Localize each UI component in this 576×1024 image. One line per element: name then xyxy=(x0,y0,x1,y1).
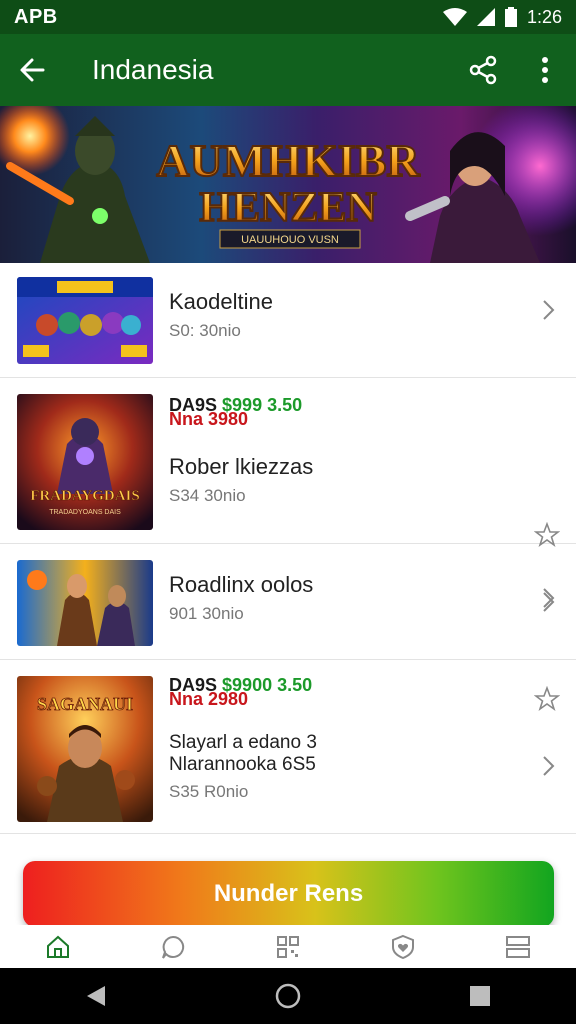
share-button[interactable] xyxy=(452,34,514,106)
item-title-line2: Nlarannooka 6S5 xyxy=(169,754,316,775)
item-thumbnail xyxy=(17,277,153,364)
signal-icon xyxy=(476,8,495,26)
item-meta: S34 30nio xyxy=(169,486,246,505)
home-circle-icon xyxy=(275,983,301,1009)
chevron-right-icon xyxy=(543,756,555,776)
nav-favorites[interactable] xyxy=(373,925,433,968)
list-item[interactable]: FRADAYGDAIS TRADADYOANS DAIS DA9S $999 3… xyxy=(0,378,576,608)
app-bar: Indanesia xyxy=(0,34,576,106)
chevron-right-icon xyxy=(543,592,555,612)
banner-title-line2: HENZEN xyxy=(199,185,376,231)
recents-square-icon xyxy=(470,986,490,1006)
hero-banner[interactable]: AUMHKIBR HENZEN UAUUHOUO VUSN xyxy=(0,106,576,263)
qr-icon xyxy=(276,935,299,958)
price-tag: DA9S $999 3.50 Nna 3980 xyxy=(169,396,313,428)
item-meta: 901 30nio xyxy=(169,604,244,623)
thumb-title: SAGANAUI xyxy=(37,694,133,714)
item-thumbnail xyxy=(17,560,153,646)
system-home-button[interactable] xyxy=(258,968,318,1024)
system-nav-bar xyxy=(0,968,576,1024)
nav-menu[interactable] xyxy=(488,925,548,968)
back-button[interactable] xyxy=(0,34,64,106)
share-icon xyxy=(469,55,497,85)
item-title-line1: Slayarl a edano 3 xyxy=(169,732,317,753)
nav-qr[interactable] xyxy=(258,925,318,968)
more-button[interactable] xyxy=(514,34,576,106)
item-meta: S35 R0nio xyxy=(169,782,249,801)
thumb-subtitle: TRADADYOANS DAIS xyxy=(49,509,121,516)
list-item[interactable]: SAGANAUI DA9S $9900 3.50 Nna 2980 Slayar… xyxy=(0,660,576,834)
wifi-icon xyxy=(442,8,467,26)
arrow-back-icon xyxy=(20,58,45,82)
nav-home[interactable] xyxy=(28,925,88,968)
system-recents-button[interactable] xyxy=(450,968,510,1024)
list-item[interactable]: Roadlinx oolos 901 30nio xyxy=(0,544,576,660)
list-item[interactable]: Kaodeltine S0: 30nio xyxy=(0,263,576,378)
star-icon[interactable] xyxy=(534,686,560,712)
price-extra: 3.50 xyxy=(267,395,303,415)
menu-icon xyxy=(506,935,531,958)
price-extra: 3.50 xyxy=(277,675,313,695)
status-bar: APB 1:26 xyxy=(0,0,576,34)
home-icon xyxy=(46,935,69,958)
more-vert-icon xyxy=(542,57,548,83)
banner-title-line1: AUMHKIBR xyxy=(156,135,420,186)
bottom-nav xyxy=(0,925,576,968)
price-tag: DA9S $9900 3.50 Nna 2980 xyxy=(169,676,317,708)
back-triangle-icon xyxy=(87,986,105,1006)
item-title: Roadlinx oolos xyxy=(169,572,314,597)
heart-shield-icon xyxy=(392,934,415,959)
status-icons: 1:26 xyxy=(442,6,562,28)
banner-subtitle: UAUUHOUO VUSN xyxy=(241,234,339,246)
clock: 1:26 xyxy=(526,6,562,27)
nav-chat[interactable] xyxy=(143,925,203,968)
page-title: Indanesia xyxy=(92,54,214,85)
item-title: Rober lkiezzas xyxy=(169,454,314,479)
banner-art: AUMHKIBR HENZEN UAUUHOUO VUSN xyxy=(0,106,576,263)
thumb-title: FRADAYGDAIS xyxy=(30,488,139,504)
chat-icon xyxy=(161,935,184,959)
chevron-right-icon xyxy=(543,300,555,320)
game-list: Kaodeltine S0: 30nio FRADAYGDAIS TRADADY… xyxy=(0,263,576,834)
item-title: Kaodeltine xyxy=(169,289,273,314)
item-thumbnail: FRADAYGDAIS TRADADYOANS DAIS xyxy=(17,394,153,530)
primary-cta-button[interactable]: Nunder Rens xyxy=(23,861,554,927)
battery-icon xyxy=(504,7,517,27)
item-meta: S0: 30nio xyxy=(169,321,241,340)
carrier-label: APB xyxy=(14,5,58,28)
system-back-button[interactable] xyxy=(66,968,126,1024)
item-thumbnail: SAGANAUI xyxy=(17,676,153,822)
